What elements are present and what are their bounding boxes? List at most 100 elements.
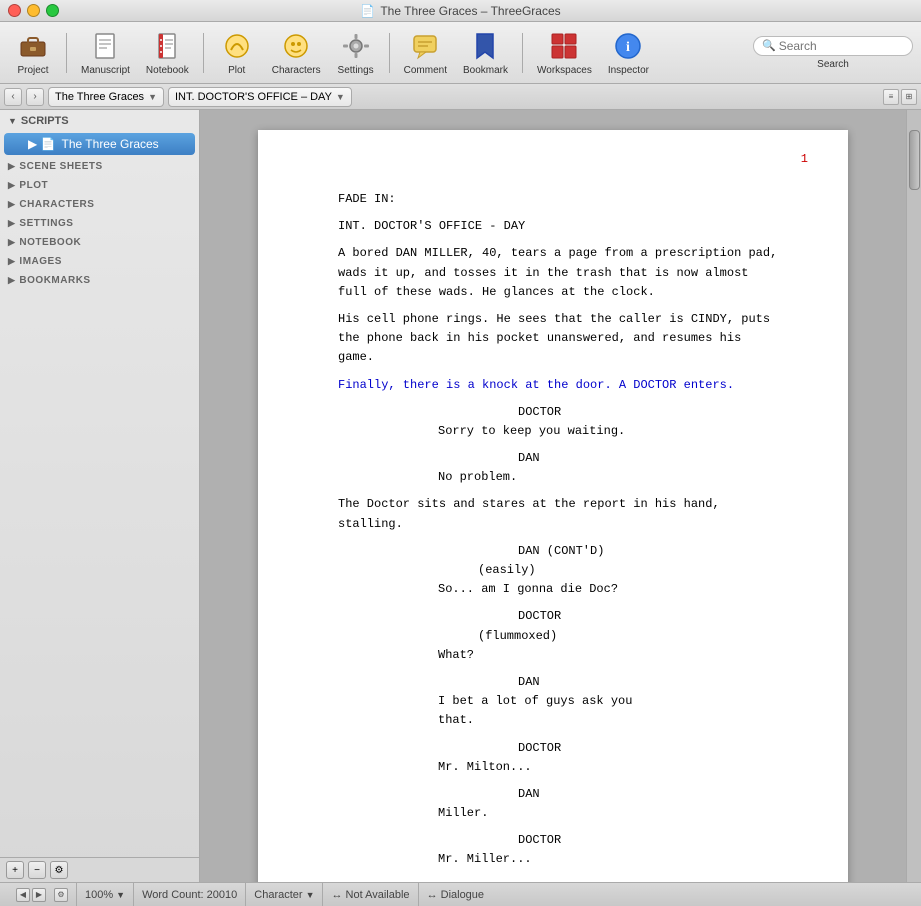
zoom-value: 100% — [85, 889, 113, 901]
zoom-selector[interactable]: 100% ▼ — [85, 889, 125, 901]
add-item-button[interactable]: + — [6, 861, 24, 879]
script-block-action2: His cell phone rings. He sees that the c… — [338, 310, 788, 368]
list-view-button[interactable]: ≡ — [883, 89, 899, 105]
inspector-label: Inspector — [608, 65, 649, 76]
char-dan-2: DAN (CONT'D) — [518, 542, 788, 561]
project-button[interactable]: Project — [8, 26, 58, 80]
inspector-button[interactable]: i Inspector — [602, 26, 655, 80]
toolbar-sep-3 — [389, 33, 390, 73]
workspaces-button[interactable]: Workspaces — [531, 26, 598, 80]
minimize-button[interactable] — [27, 4, 40, 17]
scripts-chevron-icon: ▼ — [8, 116, 17, 126]
status-info-1: ↔ Not Available — [323, 883, 418, 906]
sidebar-item-scene-sheets[interactable]: ▶ SCENE SHEETS — [0, 156, 199, 175]
status-bar: ◀ ▶ ⚙ 100% ▼ Word Count: 20010 Character… — [0, 882, 921, 906]
status-nav-section: ◀ ▶ ⚙ — [8, 883, 77, 906]
status-prev-button[interactable]: ◀ — [16, 888, 30, 902]
notebook-label: Notebook — [146, 65, 189, 76]
inspector-icon: i — [612, 30, 644, 62]
script-area: 1 FADE IN: INT. DOCTOR'S OFFICE - DAY A … — [200, 110, 906, 882]
sidebar-item-plot[interactable]: ▶ PLOT — [0, 175, 199, 194]
toolbar-sep-1 — [66, 33, 67, 73]
action-3-blue: Finally, there is a knock at the door. A… — [338, 376, 788, 395]
notebook-icon — [151, 30, 183, 62]
characters-icon — [280, 30, 312, 62]
settings-icon — [340, 30, 372, 62]
maximize-button[interactable] — [46, 4, 59, 17]
word-count-section: Word Count: 20010 — [134, 883, 246, 906]
script-block-doctor2: DOCTOR (flummoxed) What? — [338, 607, 788, 665]
sidebar-item-threegraces[interactable]: ▶ 📄 The Three Graces — [4, 133, 195, 155]
notebook-chevron-icon: ▶ — [8, 237, 15, 248]
window-controls[interactable] — [8, 4, 59, 17]
grid-view-button[interactable]: ⊞ — [901, 89, 917, 105]
scroll-thumb[interactable] — [909, 130, 920, 190]
manuscript-icon — [89, 30, 121, 62]
bookmarks-chevron-icon: ▶ — [8, 275, 15, 286]
sidebar-item-images[interactable]: ▶ IMAGES — [0, 251, 199, 270]
dial-dan-3: I bet a lot of guys ask youthat. — [438, 692, 708, 730]
plot-label: Plot — [228, 65, 245, 76]
paren-doctor-2: (flummoxed) — [478, 627, 788, 646]
char-dan-3: DAN — [518, 673, 788, 692]
bookmark-button[interactable]: Bookmark — [457, 26, 514, 80]
right-scrollbar[interactable] — [906, 110, 921, 882]
element-type-value: Character — [254, 889, 302, 901]
sidebar-item-bookmarks[interactable]: ▶ BOOKMARKS — [0, 270, 199, 289]
action-2: His cell phone rings. He sees that the c… — [338, 310, 788, 368]
settings-button[interactable]: Settings — [331, 26, 381, 80]
workspaces-label: Workspaces — [537, 65, 592, 76]
svg-text:i: i — [626, 40, 630, 55]
sidebar-item-characters[interactable]: ▶ CHARACTERS — [0, 194, 199, 213]
dial-dan-2: So... am I gonna die Doc? — [438, 580, 708, 599]
sidebar-item-settings[interactable]: ▶ SETTINGS — [0, 213, 199, 232]
comment-label: Comment — [404, 65, 447, 76]
dial-dan-1: No problem. — [438, 468, 708, 487]
search-input[interactable] — [779, 39, 909, 53]
dial-doctor-4: Mr. Miller... — [438, 850, 708, 869]
script-block-fade: FADE IN: — [338, 190, 788, 209]
action-1: A bored DAN MILLER, 40, tears a page fro… — [338, 244, 788, 302]
script-icon: ▶ 📄 — [28, 137, 56, 151]
script-block-dan1: DAN No problem. — [338, 449, 788, 487]
char-dan-1: DAN — [518, 449, 788, 468]
status-info-2: ↔ Dialogue — [419, 883, 492, 906]
back-button[interactable]: ‹ — [4, 88, 22, 106]
search-box[interactable]: 🔍 — [753, 36, 913, 56]
close-button[interactable] — [8, 4, 21, 17]
sidebar-item-notebook[interactable]: ▶ NOTEBOOK — [0, 232, 199, 251]
dial-doctor-2: What? — [438, 646, 708, 665]
nav-bar: ‹ › The Three Graces ▼ INT. DOCTOR'S OFF… — [0, 84, 921, 110]
page-number: 1 — [801, 150, 808, 169]
bookmark-label: Bookmark — [463, 65, 508, 76]
manuscript-button[interactable]: Manuscript — [75, 26, 136, 80]
settings-label: Settings — [338, 65, 374, 76]
project-label: Project — [17, 65, 48, 76]
script-block-doctor1: DOCTOR Sorry to keep you waiting. — [338, 403, 788, 441]
doc-icon: 📄 — [360, 4, 375, 18]
settings-small-button[interactable]: ⚙ — [50, 861, 68, 879]
status-next-button[interactable]: ▶ — [32, 888, 46, 902]
dial-doctor-3: Mr. Milton... — [438, 758, 708, 777]
status-arrows: ◀ ▶ — [16, 888, 46, 902]
element-type-arrow-icon: ▼ — [306, 890, 315, 900]
script-block-doctor4: DOCTOR Mr. Miller... — [338, 831, 788, 869]
status-settings-button[interactable]: ⚙ — [54, 888, 68, 902]
remove-item-button[interactable]: − — [28, 861, 46, 879]
script-block-action4: The Doctor sits and stares at the report… — [338, 495, 788, 533]
element-type-selector[interactable]: Character ▼ — [254, 889, 314, 901]
view-icons: ≡ ⊞ — [883, 89, 917, 105]
script-dropdown[interactable]: The Three Graces ▼ — [48, 87, 164, 107]
comment-button[interactable]: Comment — [398, 26, 453, 80]
characters-button[interactable]: Characters — [266, 26, 327, 80]
manuscript-label: Manuscript — [81, 65, 130, 76]
scene-dropdown[interactable]: INT. DOCTOR'S OFFICE – DAY ▼ — [168, 87, 352, 107]
scripts-header[interactable]: ▼ SCRIPTS — [0, 110, 199, 132]
settings-chevron-icon: ▶ — [8, 218, 15, 229]
notebook-button[interactable]: Notebook — [140, 26, 195, 80]
plot-button[interactable]: Plot — [212, 26, 262, 80]
search-magnifier-icon: 🔍 — [762, 39, 776, 52]
project-icon — [17, 30, 49, 62]
forward-button[interactable]: › — [26, 88, 44, 106]
characters-label: Characters — [272, 65, 321, 76]
